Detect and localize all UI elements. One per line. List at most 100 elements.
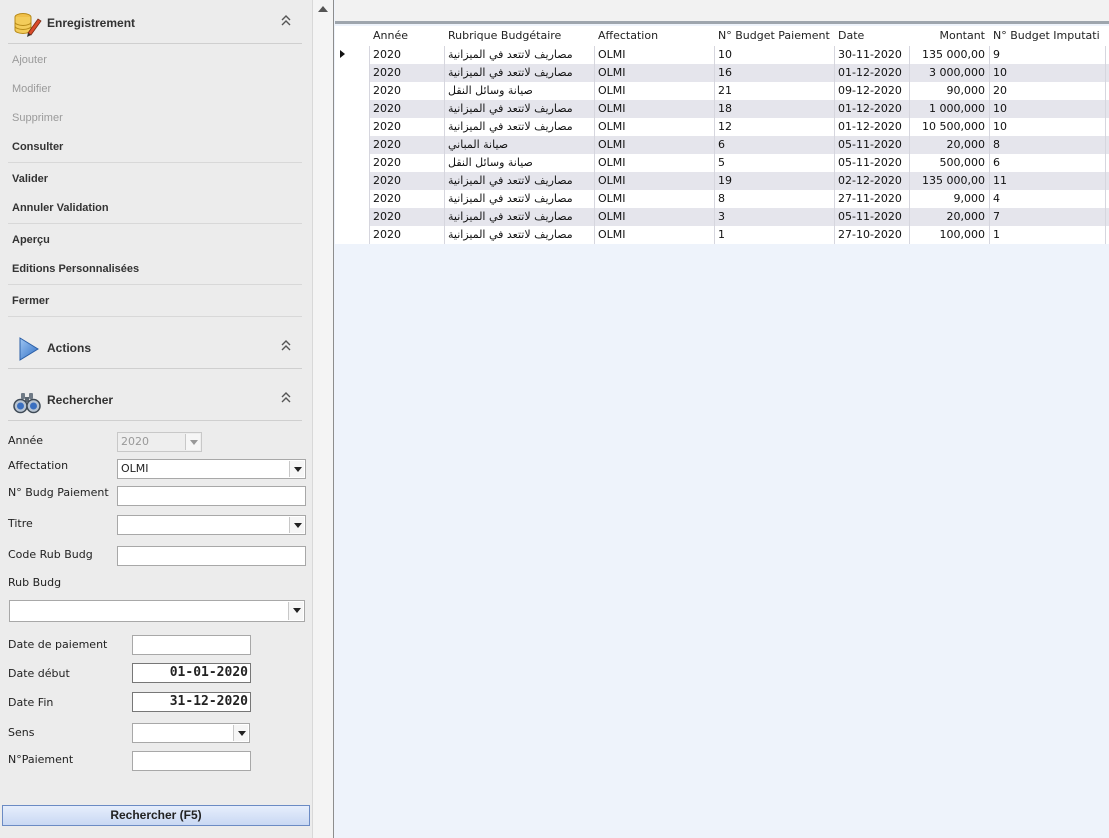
row-indicator[interactable]: [335, 136, 369, 154]
cell-annee[interactable]: 2020: [369, 172, 444, 190]
date-fin-input[interactable]: 31-12-2020: [132, 692, 251, 712]
cell-affectation[interactable]: OLMI: [594, 118, 714, 136]
sidebar-scrollbar[interactable]: [312, 0, 334, 838]
cell-n-budget-imputation[interactable]: 10: [989, 118, 1105, 136]
cell-n-budget-imputation[interactable]: 1: [989, 226, 1105, 244]
cell-n-budget-imputation[interactable]: 10: [989, 100, 1105, 118]
row-indicator[interactable]: [335, 208, 369, 226]
chevron-down-icon[interactable]: [288, 602, 303, 620]
cell-montant[interactable]: 10 500,000: [909, 118, 989, 136]
cell-date[interactable]: 05-11-2020: [834, 136, 909, 154]
row-indicator[interactable]: [335, 64, 369, 82]
cell-date[interactable]: 27-11-2020: [834, 190, 909, 208]
cell-rubrique-budgetaire[interactable]: مصاريف لاتتعد في الميزانية: [444, 208, 594, 226]
row-indicator[interactable]: [335, 226, 369, 244]
chevron-down-icon[interactable]: [185, 434, 200, 450]
cell-affectation[interactable]: OLMI: [594, 64, 714, 82]
cell-date[interactable]: 05-11-2020: [834, 208, 909, 226]
cell-annee[interactable]: 2020: [369, 64, 444, 82]
cell-date[interactable]: 01-12-2020: [834, 100, 909, 118]
row-indicator[interactable]: [335, 82, 369, 100]
row-indicator[interactable]: [335, 118, 369, 136]
cell-annee[interactable]: 2020: [369, 118, 444, 136]
table-row[interactable]: 2020 صيانة وسائل النقل OLMI 5 05-11-2020 500,…: [335, 154, 1109, 172]
cell-annee[interactable]: 2020: [369, 136, 444, 154]
cell-rubrique-budgetaire[interactable]: مصاريف لاتتعد في الميزانية: [444, 64, 594, 82]
n-paiement-input[interactable]: [132, 751, 251, 771]
column-header-n-budget-paiement[interactable]: N° Budget Paiement: [714, 26, 834, 46]
cell-n-budget-imputation[interactable]: 10: [989, 64, 1105, 82]
double-chevron-up-icon[interactable]: [280, 390, 292, 404]
chevron-down-icon[interactable]: [289, 461, 304, 477]
titre-select[interactable]: [117, 515, 306, 535]
n-budg-paiement-input[interactable]: [117, 486, 306, 506]
cell-n-budget-paiement[interactable]: 21: [714, 82, 834, 100]
cell-date[interactable]: 01-12-2020: [834, 64, 909, 82]
cell-montant[interactable]: 135 000,00: [909, 46, 989, 64]
cell-n-budget-paiement[interactable]: 8: [714, 190, 834, 208]
table-row[interactable]: 2020 مصاريف لاتتعد في الميزانية OLMI 8 27-11…: [335, 190, 1109, 208]
cell-affectation[interactable]: OLMI: [594, 100, 714, 118]
cell-affectation[interactable]: OLMI: [594, 154, 714, 172]
cell-rubrique-budgetaire[interactable]: مصاريف لاتتعد في الميزانية: [444, 190, 594, 208]
row-indicator[interactable]: [335, 154, 369, 172]
row-indicator[interactable]: [335, 172, 369, 190]
row-indicator[interactable]: [335, 190, 369, 208]
cell-annee[interactable]: 2020: [369, 208, 444, 226]
cell-montant[interactable]: 9,000: [909, 190, 989, 208]
cell-n-budget-paiement[interactable]: 10: [714, 46, 834, 64]
cell-rubrique-budgetaire[interactable]: مصاريف لاتتعد في الميزانية: [444, 46, 594, 64]
table-row[interactable]: 2020 مصاريف لاتتعد في الميزانية OLMI 12 01-1…: [335, 118, 1109, 136]
cell-affectation[interactable]: OLMI: [594, 82, 714, 100]
cell-montant[interactable]: 1 000,000: [909, 100, 989, 118]
cell-affectation[interactable]: OLMI: [594, 172, 714, 190]
table-row[interactable]: 2020 مصاريف لاتتعد في الميزانية OLMI 18 01-1…: [335, 100, 1109, 118]
cell-n-budget-imputation[interactable]: 6: [989, 154, 1105, 172]
table-row[interactable]: 2020 مصاريف لاتتعد في الميزانية OLMI 19 02-1…: [335, 172, 1109, 190]
sens-select[interactable]: [132, 723, 250, 743]
menu-supprimer[interactable]: Supprimer: [12, 112, 63, 126]
menu-valider[interactable]: Valider: [12, 173, 48, 187]
cell-montant[interactable]: 100,000: [909, 226, 989, 244]
affectation-select[interactable]: OLMI: [117, 459, 306, 479]
cell-montant[interactable]: 500,000: [909, 154, 989, 172]
cell-n-budget-imputation[interactable]: 7: [989, 208, 1105, 226]
cell-montant[interactable]: 135 000,00: [909, 172, 989, 190]
menu-annuler-validation[interactable]: Annuler Validation: [12, 202, 109, 216]
cell-date[interactable]: 09-12-2020: [834, 82, 909, 100]
cell-montant[interactable]: 20,000: [909, 136, 989, 154]
cell-rubrique-budgetaire[interactable]: مصاريف لاتتعد في الميزانية: [444, 172, 594, 190]
column-header-annee[interactable]: Année: [369, 26, 444, 46]
cell-affectation[interactable]: OLMI: [594, 136, 714, 154]
chevron-down-icon[interactable]: [289, 517, 304, 533]
date-paiement-input[interactable]: [132, 635, 251, 655]
cell-annee[interactable]: 2020: [369, 46, 444, 64]
cell-rubrique-budgetaire[interactable]: مصاريف لاتتعد في الميزانية: [444, 100, 594, 118]
table-row[interactable]: 2020 صيانة وسائل النقل OLMI 21 09-12-2020 90,…: [335, 82, 1109, 100]
cell-n-budget-imputation[interactable]: 4: [989, 190, 1105, 208]
cell-n-budget-paiement[interactable]: 19: [714, 172, 834, 190]
cell-affectation[interactable]: OLMI: [594, 208, 714, 226]
row-indicator[interactable]: [335, 100, 369, 118]
column-header-rubrique-budgetaire[interactable]: Rubrique Budgétaire: [444, 26, 594, 46]
cell-affectation[interactable]: OLMI: [594, 226, 714, 244]
cell-montant[interactable]: 90,000: [909, 82, 989, 100]
double-chevron-up-icon[interactable]: [280, 338, 292, 352]
cell-montant[interactable]: 20,000: [909, 208, 989, 226]
group-header-enregistrement[interactable]: Enregistrement: [0, 0, 312, 46]
annee-select[interactable]: 2020: [117, 432, 202, 452]
cell-annee[interactable]: 2020: [369, 226, 444, 244]
table-row[interactable]: 2020 مصاريف لاتتعد في الميزانية OLMI 1 27-10…: [335, 226, 1109, 244]
menu-consulter[interactable]: Consulter: [12, 141, 63, 155]
cell-n-budget-imputation[interactable]: 8: [989, 136, 1105, 154]
table-row[interactable]: 2020 مصاريف لاتتعد في الميزانية OLMI 16 01-1…: [335, 64, 1109, 82]
table-row[interactable]: 2020 صيانة المباني OLMI 6 05-11-2020 20,000 8: [335, 136, 1109, 154]
cell-annee[interactable]: 2020: [369, 100, 444, 118]
cell-rubrique-budgetaire[interactable]: مصاريف لاتتعد في الميزانية: [444, 118, 594, 136]
cell-affectation[interactable]: OLMI: [594, 190, 714, 208]
cell-n-budget-imputation[interactable]: 9: [989, 46, 1105, 64]
cell-n-budget-paiement[interactable]: 5: [714, 154, 834, 172]
double-chevron-up-icon[interactable]: [280, 13, 292, 27]
cell-n-budget-imputation[interactable]: 20: [989, 82, 1105, 100]
column-header-date[interactable]: Date: [834, 26, 909, 46]
